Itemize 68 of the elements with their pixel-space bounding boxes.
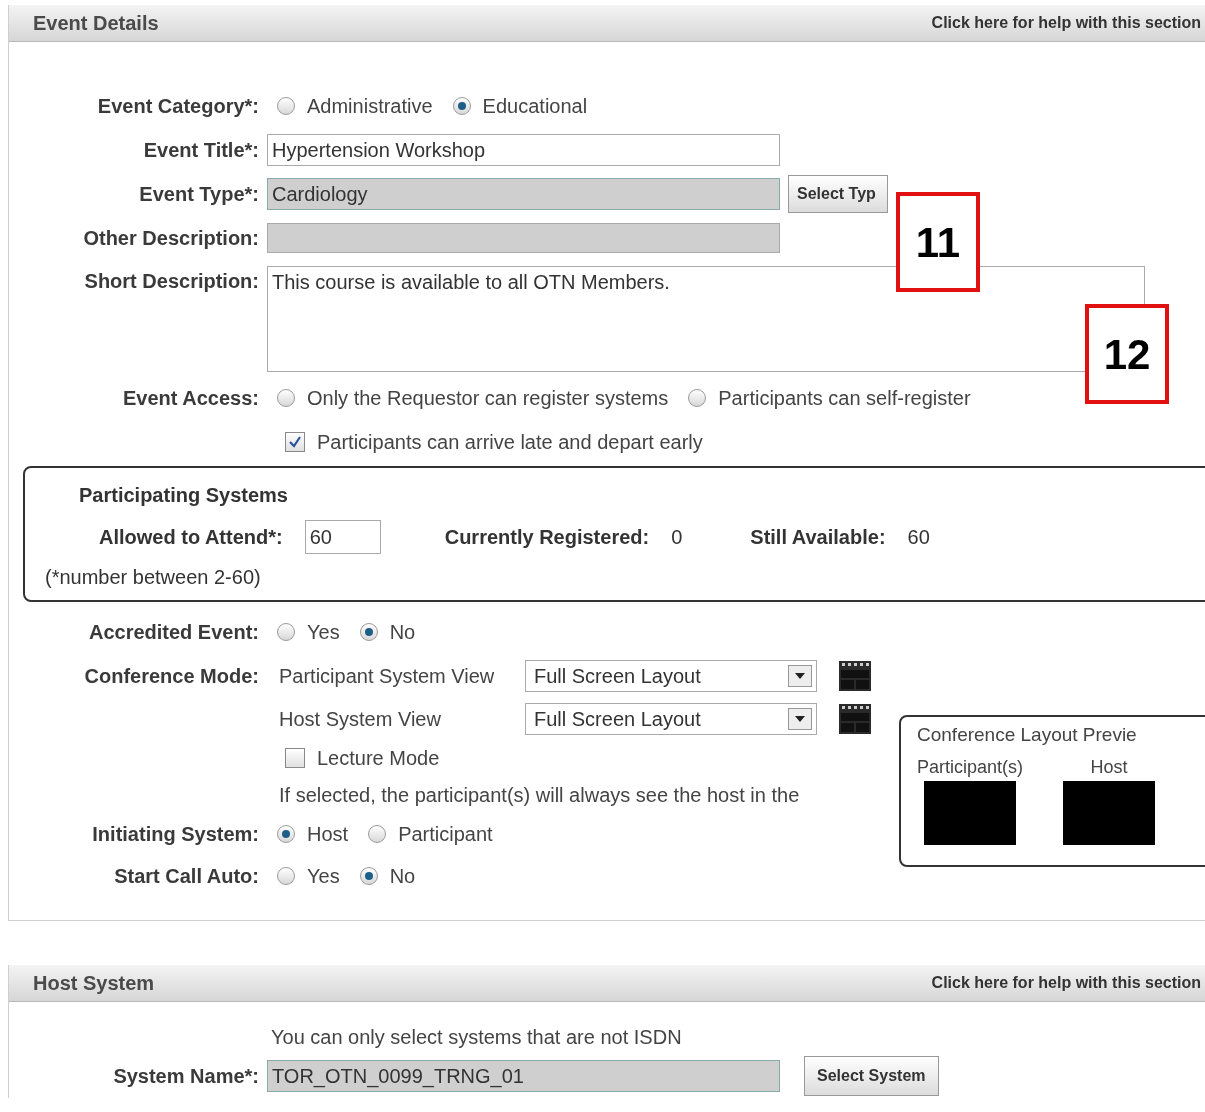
text-field[interactable]: TOR_OTN_0099_TRNG_01	[267, 1060, 780, 1092]
radio-label: Participants can self-register	[718, 386, 971, 411]
layout-icon[interactable]	[839, 703, 871, 734]
radio-button[interactable]	[452, 97, 471, 115]
radio-button[interactable]	[277, 623, 295, 641]
registered-count: 0	[671, 525, 683, 550]
caret-icon	[795, 715, 805, 722]
radio-label: Yes	[307, 620, 340, 645]
radio-label: Only the Requestor can register systems	[307, 386, 669, 411]
section-title: Event Details	[33, 11, 159, 36]
field-label: Event Title*:	[143, 139, 259, 161]
text-field[interactable]	[267, 223, 780, 253]
field-label: Still Available:	[750, 525, 886, 550]
field-label: Other Description:	[83, 227, 259, 249]
hint-text: (*number between 2-60)	[45, 566, 261, 588]
radio-button[interactable]	[277, 825, 295, 843]
radio-label: Participant	[398, 822, 493, 847]
select-system-button[interactable]: Select System	[804, 1056, 939, 1096]
radio-button[interactable]	[688, 389, 707, 407]
layout-icon[interactable]	[839, 660, 871, 691]
field-label: Event Category*:	[97, 95, 259, 117]
radio-button[interactable]	[359, 623, 378, 641]
caret-icon	[795, 672, 805, 679]
field-label: Currently Registered:	[444, 525, 650, 550]
field-label: Event Type*:	[139, 183, 259, 205]
radio-label: Host	[307, 822, 349, 847]
field-label: Event Access:	[123, 387, 259, 409]
section-title: Host System	[33, 971, 155, 996]
radio-button[interactable]	[359, 867, 378, 885]
radio-label: Administrative	[307, 94, 433, 119]
radio-button[interactable]	[368, 825, 387, 843]
field-label: System Name*:	[113, 1065, 259, 1087]
radio-label: No	[389, 864, 416, 889]
checkbox-label: Lecture Mode	[317, 746, 440, 771]
text-field[interactable]: Hypertension Workshop	[267, 134, 780, 166]
lecture-mode-note: If selected, the participant(s) will always see the host in the	[279, 783, 800, 808]
radio-button[interactable]	[277, 389, 295, 407]
radio-button[interactable]	[277, 97, 295, 115]
checkbox-label: Participants can arrive late and depart early	[317, 430, 703, 455]
view-label: Participant System View	[278, 663, 496, 689]
layout-dropdown[interactable]: Full Screen Layout	[525, 702, 817, 735]
view-label: Host System View	[278, 706, 442, 732]
callout-number: 12	[1085, 304, 1169, 404]
callout-number: 11	[896, 192, 980, 292]
field-label: Initiating System:	[92, 823, 259, 845]
select-type-button[interactable]: Select Typ	[788, 175, 888, 213]
radio-label: Educational	[482, 94, 588, 119]
available-count: 60	[907, 525, 930, 550]
checkbox[interactable]	[285, 748, 305, 768]
field-label: Start Call Auto:	[114, 865, 259, 887]
field-label: Allowed to Attend*:	[99, 525, 283, 550]
number-field[interactable]: 60	[304, 520, 381, 554]
field-label: Accredited Event:	[88, 621, 259, 643]
help-link[interactable]: Click here for help with this section	[931, 11, 1201, 35]
panel-title: Participating Systems	[79, 484, 288, 506]
preview-title: Conference Layout Previe	[917, 723, 1138, 747]
text-field[interactable]: Cardiology	[267, 178, 780, 210]
pane-label: Host	[1090, 755, 1128, 779]
field-label: Short Description:	[84, 270, 259, 292]
radio-button[interactable]	[277, 867, 295, 885]
radio-label: No	[389, 620, 416, 645]
help-link[interactable]: Click here for help with this section	[931, 971, 1201, 995]
pane-label: Participant(s)	[917, 755, 1024, 779]
layout-dropdown[interactable]: Full Screen Layout	[525, 659, 817, 692]
checkbox[interactable]	[285, 432, 305, 452]
field-label: Conference Mode:	[84, 664, 259, 687]
host-note: You can only select systems that are not ISDN	[271, 1026, 682, 1048]
radio-label: Yes	[307, 864, 340, 889]
